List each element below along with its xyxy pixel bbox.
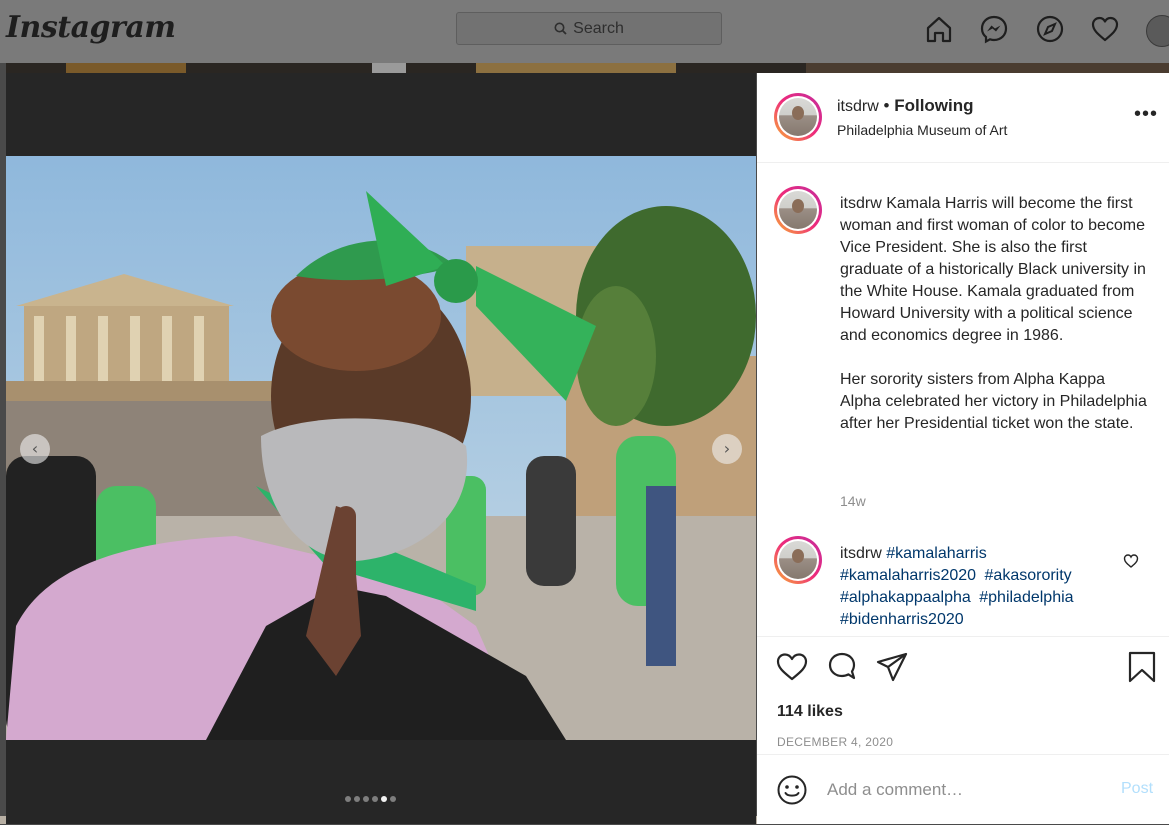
comment-username[interactable]: itsdrw — [840, 545, 882, 562]
like-count[interactable]: 114 likes — [777, 703, 843, 721]
hashtag-link[interactable]: #alphakappaalpha — [840, 589, 971, 606]
instagram-logo[interactable]: Instagram — [6, 10, 176, 45]
comment: itsdrw #kamalaharris #kamalaharris2020 #… — [840, 543, 1130, 631]
hashtag-link[interactable]: #bidenharris2020 — [840, 611, 964, 628]
hashtag-link[interactable]: #kamalaharris2020 — [840, 567, 976, 584]
slide-dot — [363, 796, 369, 802]
add-comment-row: Post — [757, 754, 1169, 825]
profile-avatar[interactable] — [1146, 15, 1169, 47]
post-media-panel: ‹ › — [6, 73, 756, 824]
caption-timestamp[interactable]: 14w — [840, 493, 866, 509]
post-photo[interactable] — [6, 156, 756, 740]
share-paper-plane-icon[interactable] — [876, 651, 908, 683]
separator-dot: • — [883, 96, 890, 115]
hashtag-link[interactable]: #philadelphia — [979, 589, 1073, 606]
post-date: DECEMBER 4, 2020 — [777, 735, 894, 749]
messenger-icon[interactable] — [979, 14, 1009, 44]
post-comment-button[interactable]: Post — [1121, 780, 1153, 798]
background-feed-strip — [6, 63, 1169, 73]
slide-dot-active — [381, 796, 387, 802]
caption-paragraph: Kamala Harris will become the first woma… — [840, 195, 1146, 344]
slide-dot — [354, 796, 360, 802]
caption-author-avatar[interactable] — [774, 186, 822, 234]
search-icon — [554, 22, 567, 35]
previous-slide-button[interactable]: ‹ — [20, 434, 50, 464]
caption-username[interactable]: itsdrw — [840, 195, 882, 212]
like-heart-icon[interactable] — [776, 651, 808, 683]
search-box[interactable]: Search — [456, 12, 722, 45]
comment-like-heart-icon[interactable] — [1123, 553, 1139, 569]
slide-dot — [372, 796, 378, 802]
slide-indicator — [345, 796, 396, 802]
more-options-icon[interactable]: ••• — [1134, 104, 1158, 127]
caption-paragraph: Her sorority sisters from Alpha Kappa Al… — [840, 371, 1147, 432]
next-slide-button[interactable]: › — [712, 434, 742, 464]
comments-section: itsdrw Kamala Harris will become the fir… — [757, 163, 1169, 636]
post-location[interactable]: Philadelphia Museum of Art — [837, 122, 1007, 138]
activity-heart-icon[interactable] — [1090, 14, 1120, 44]
author-username[interactable]: itsdrw — [837, 98, 879, 115]
post-author-line: itsdrw • Following — [837, 96, 974, 116]
comment-author-avatar[interactable] — [774, 536, 822, 584]
author-avatar[interactable] — [774, 93, 822, 141]
emoji-icon[interactable] — [776, 774, 808, 806]
add-comment-input[interactable] — [827, 778, 1097, 802]
comment-bubble-icon[interactable] — [826, 651, 858, 683]
post-caption: itsdrw Kamala Harris will become the fir… — [840, 193, 1148, 435]
top-nav-bar: Instagram Search — [0, 0, 1169, 63]
following-button[interactable]: Following — [894, 96, 973, 115]
explore-icon[interactable] — [1035, 14, 1065, 44]
search-placeholder: Search — [573, 19, 624, 37]
post-header: itsdrw • Following Philadelphia Museum o… — [757, 73, 1169, 163]
hashtag-link[interactable]: #kamalaharris — [886, 545, 986, 562]
home-icon[interactable] — [924, 14, 954, 44]
post-actions: 114 likes DECEMBER 4, 2020 — [757, 636, 1169, 757]
slide-dot — [345, 796, 351, 802]
slide-dot — [390, 796, 396, 802]
hashtag-link[interactable]: #akasorority — [985, 567, 1072, 584]
post-details-panel: itsdrw • Following Philadelphia Museum o… — [757, 73, 1169, 824]
save-bookmark-icon[interactable] — [1126, 651, 1158, 683]
